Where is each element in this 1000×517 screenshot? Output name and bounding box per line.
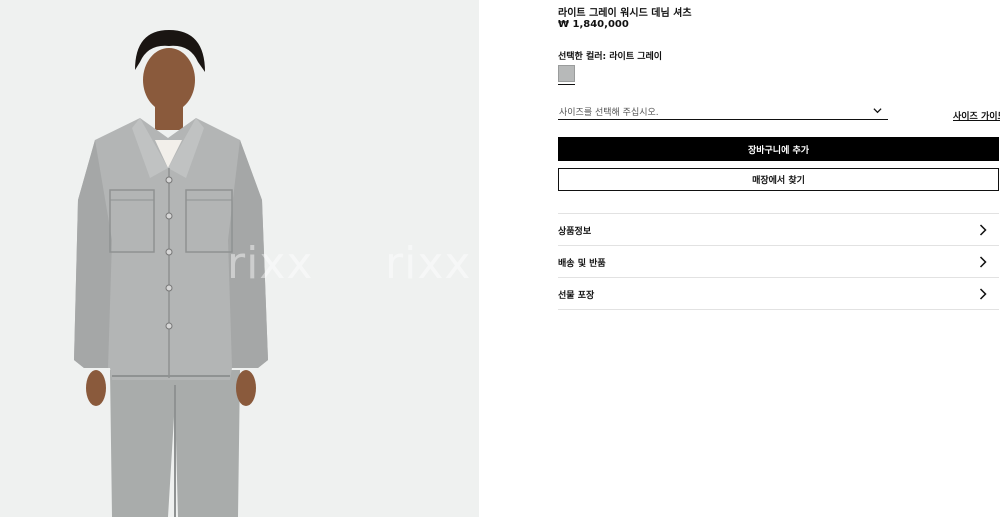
chevron-right-icon bbox=[979, 288, 987, 300]
accordion-item-label: 상품정보 bbox=[558, 227, 592, 237]
find-in-store-button[interactable]: 매장에서 찾기 bbox=[558, 168, 999, 191]
product-title: 라이트 그레이 워시드 데님 셔츠 bbox=[558, 8, 692, 19]
product-image[interactable]: rixx rixx bbox=[0, 0, 479, 517]
chevron-down-icon bbox=[873, 108, 882, 114]
add-to-cart-button[interactable]: 장바구니에 추가 bbox=[558, 137, 999, 161]
size-select-placeholder: 사이즈를 선택해 주십시오. bbox=[559, 108, 659, 118]
accordion-item-label: 선물 포장 bbox=[558, 291, 595, 301]
accordion-item-label: 배송 및 반품 bbox=[558, 259, 606, 269]
size-select[interactable]: 사이즈를 선택해 주십시오. bbox=[558, 104, 888, 120]
selected-color-label: 선택한 컬러: 라이트 그레이 bbox=[558, 52, 663, 62]
accordion-item-shipping-returns[interactable]: 배송 및 반품 bbox=[558, 246, 999, 278]
watermark-text: rixx bbox=[227, 238, 314, 289]
product-price: ₩ 1,840,000 bbox=[558, 19, 629, 30]
product-details-accordion: 상품정보 배송 및 반품 선물 포장 bbox=[558, 213, 999, 310]
swatch-selected-indicator bbox=[558, 84, 575, 85]
watermark-text: rixx bbox=[385, 238, 472, 289]
chevron-right-icon bbox=[979, 224, 987, 236]
color-swatch-light-gray[interactable] bbox=[558, 65, 575, 82]
accordion-item-product-info[interactable]: 상품정보 bbox=[558, 214, 999, 246]
chevron-right-icon bbox=[979, 256, 987, 268]
accordion-item-gift-wrap[interactable]: 선물 포장 bbox=[558, 278, 999, 310]
product-info-panel: 라이트 그레이 워시드 데님 셔츠 ₩ 1,840,000 선택한 컬러: 라이… bbox=[558, 0, 1000, 517]
size-guide-link[interactable]: 사이즈 가이드 bbox=[953, 109, 1000, 122]
